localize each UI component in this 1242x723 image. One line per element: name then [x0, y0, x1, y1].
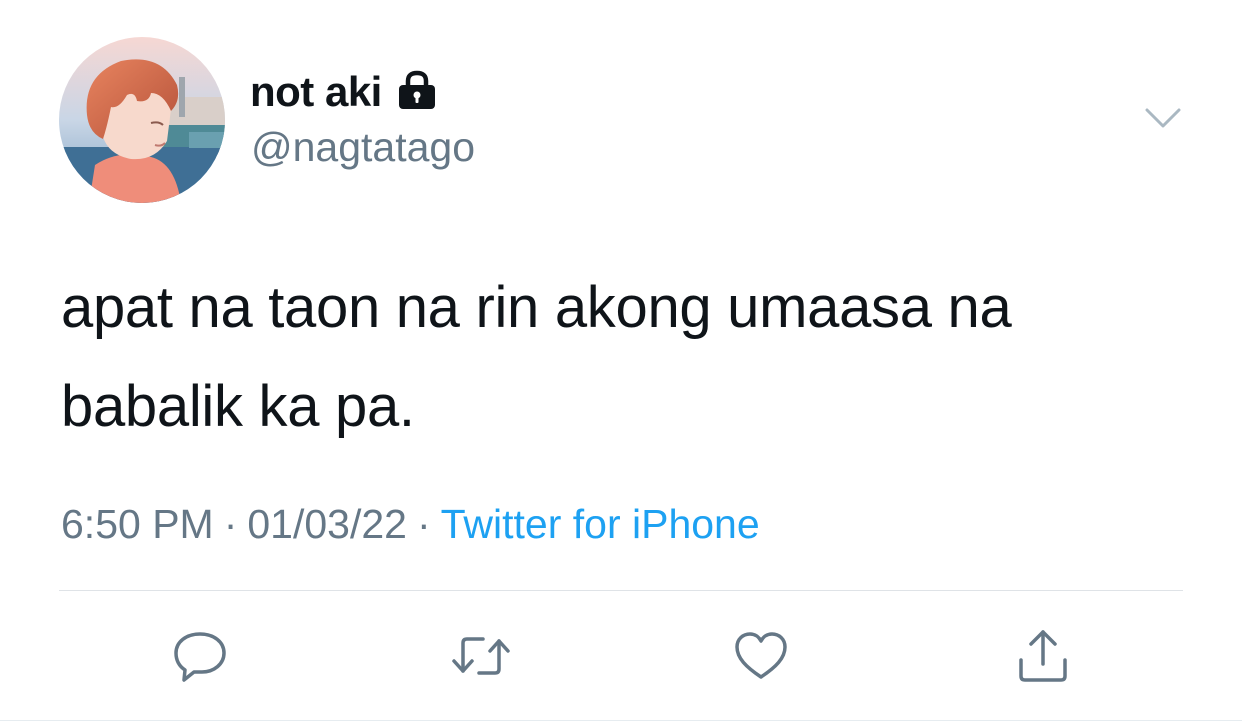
more-options-button[interactable] — [1143, 104, 1183, 132]
tweet-meta: 6:50 PM · 01/03/22 · Twitter for iPhone — [61, 501, 760, 548]
lock-icon — [394, 67, 440, 113]
tweet-source-link[interactable]: Twitter for iPhone — [441, 501, 760, 547]
tweet-date: 01/03/22 — [247, 501, 407, 547]
author-row[interactable]: not aki — [250, 64, 440, 120]
meta-separator: · — [416, 501, 431, 547]
avatar[interactable] — [59, 37, 225, 203]
bottom-border — [0, 720, 1242, 721]
tweet-text-line: babalik ka pa. — [61, 374, 415, 439]
tweet-text: apat na taon na rin akong umaasa na baba… — [61, 258, 1201, 456]
tweet-text-line: apat na taon na rin akong umaasa na — [61, 275, 1012, 340]
divider — [59, 590, 1183, 591]
share-button[interactable] — [1011, 624, 1075, 688]
chevron-down-icon — [1145, 108, 1181, 128]
user-handle[interactable]: @nagtatago — [251, 124, 475, 171]
tweet-time: 6:50 PM — [61, 501, 214, 547]
reply-button[interactable] — [168, 624, 232, 688]
meta-separator: · — [223, 501, 238, 547]
retweet-icon — [452, 637, 510, 675]
reply-icon — [174, 632, 226, 682]
retweet-button[interactable] — [449, 624, 513, 688]
display-name[interactable]: not aki — [250, 68, 382, 116]
like-button[interactable] — [729, 624, 793, 688]
share-icon — [1019, 630, 1067, 682]
heart-icon — [735, 632, 787, 679]
avatar-photo — [59, 37, 225, 203]
